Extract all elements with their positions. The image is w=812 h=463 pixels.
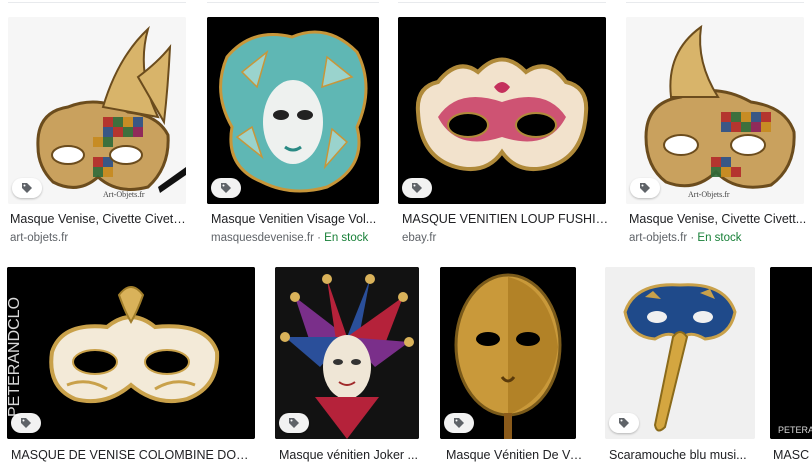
result-source: ebay.fr bbox=[402, 231, 602, 245]
result-source: art-objets.fr · En stock bbox=[629, 231, 807, 245]
image-result-card[interactable]: PETERANDCLO MASQUE DE VENISE COLOMBINE D… bbox=[0, 260, 262, 462]
fuchsia-mask-image bbox=[398, 17, 606, 204]
tag-icon[interactable] bbox=[11, 413, 41, 433]
image-result-card[interactable]: Masque vénitien Joker ... bbox=[262, 260, 432, 462]
image-result-card[interactable]: Scaramouche blu musi... bbox=[592, 260, 762, 462]
watermark-text: PETERAND bbox=[778, 425, 812, 435]
result-source: art-objets.fr bbox=[10, 231, 186, 245]
watermark-text: Art-Objets.fr bbox=[688, 190, 730, 199]
source-domain: masquesdevenise.fr bbox=[211, 232, 314, 244]
image-result-card[interactable]: Masque Venitien Visage Vol... masquesdev… bbox=[200, 0, 390, 250]
separator-dot: · bbox=[317, 232, 321, 244]
harlequin-mask-image: Art-Objets.fr bbox=[8, 17, 186, 204]
tag-icon[interactable] bbox=[609, 413, 639, 433]
tag-icon[interactable] bbox=[279, 413, 309, 433]
colombine-gold-mask-image: PETERANDCLO bbox=[7, 267, 255, 439]
image-result-card[interactable]: Art-Objets.fr Masque Venise, Civette Civ… bbox=[620, 0, 812, 250]
source-domain: art-objets.fr bbox=[10, 232, 69, 244]
result-thumbnail[interactable] bbox=[398, 17, 606, 204]
stock-status: En stock bbox=[697, 232, 742, 244]
image-result-card[interactable]: MASQUE VENITIEN LOUP FUSHIA ... ebay.fr bbox=[390, 0, 620, 250]
source-domain: ebay.fr bbox=[402, 232, 437, 244]
tag-icon[interactable] bbox=[444, 413, 474, 433]
tag-icon[interactable] bbox=[402, 178, 432, 198]
result-title[interactable]: Scaramouche blu musi... bbox=[609, 447, 759, 463]
result-thumbnail[interactable]: PETERAND bbox=[770, 267, 812, 439]
image-result-card[interactable]: PETERAND MASC bbox=[762, 260, 812, 459]
watermark-text: PETERANDCLO bbox=[7, 297, 23, 417]
result-source: masquesdevenise.fr · En stock bbox=[211, 231, 387, 245]
tag-icon[interactable] bbox=[630, 178, 660, 198]
leaf-mask-image bbox=[207, 17, 379, 204]
result-thumbnail[interactable]: PETERANDCLO bbox=[7, 267, 255, 439]
tag-icon[interactable] bbox=[211, 178, 241, 198]
image-result-card[interactable]: Masque Vénitien De Ve... bbox=[432, 260, 592, 462]
source-domain: art-objets.fr bbox=[629, 232, 688, 244]
result-thumbnail[interactable]: Art-Objets.fr bbox=[626, 17, 804, 204]
result-title[interactable]: MASQUE VENITIEN LOUP FUSHIA ... bbox=[402, 211, 614, 227]
result-title[interactable]: Masque vénitien Joker ... bbox=[279, 447, 429, 463]
image-result-card[interactable]: Art-Objets.fr Masque Venise, Civette Civ… bbox=[0, 0, 200, 250]
result-thumbnail[interactable] bbox=[605, 267, 755, 439]
result-title[interactable]: Masque Vénitien De Ve... bbox=[446, 447, 586, 463]
separator-dot: · bbox=[690, 232, 695, 244]
result-title[interactable]: MASQUE DE VENISE COLOMBINE DORE E... bbox=[11, 447, 251, 463]
result-thumbnail[interactable]: Art-Objets.fr bbox=[8, 17, 186, 204]
result-thumbnail[interactable] bbox=[275, 267, 419, 439]
result-title[interactable]: Masque Venitien Visage Vol... bbox=[211, 211, 381, 227]
result-thumbnail[interactable] bbox=[207, 17, 379, 204]
harlequin-mask-image: Art-Objets.fr bbox=[626, 17, 804, 204]
result-title[interactable]: MASC bbox=[773, 447, 812, 459]
watermark-text: Art-Objets.fr bbox=[103, 190, 145, 199]
result-title[interactable]: Masque Venise, Civette Civett... bbox=[10, 211, 186, 227]
mask-image: PETERAND bbox=[770, 267, 812, 439]
result-thumbnail[interactable] bbox=[440, 267, 576, 439]
tag-icon[interactable] bbox=[12, 178, 42, 198]
result-title[interactable]: Masque Venise, Civette Civett... bbox=[629, 211, 807, 227]
stock-status: En stock bbox=[324, 232, 369, 244]
